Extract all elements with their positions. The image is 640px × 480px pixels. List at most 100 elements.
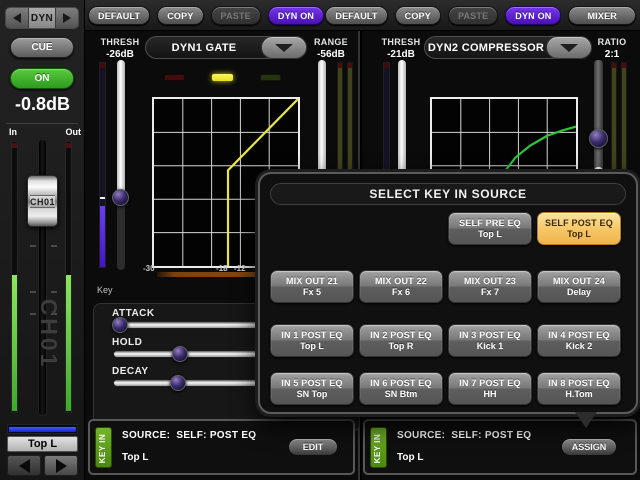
in-meter-fill (12, 275, 17, 411)
toolbar-button-default[interactable]: DEFAULT (325, 6, 387, 25)
dyn2-ratio-readout: RATIO2:1 (586, 37, 638, 60)
toolbar-button-copy[interactable]: COPY (395, 6, 441, 25)
fader-tick (51, 245, 57, 247)
dropdown-arrow-button[interactable] (261, 36, 307, 59)
next-channel-button[interactable] (44, 455, 78, 476)
keyin-source-option-in-8-post-eq[interactable]: IN 8 POST EQH.Tom (537, 372, 621, 405)
toolbar-button-paste[interactable]: PASTE (448, 6, 498, 25)
keyin-source-option-in-5-post-eq[interactable]: IN 5 POST EQSN Top (270, 372, 354, 405)
decay-label: DECAY (112, 366, 149, 377)
keyin-source-label: SOURCE: SELF: POST EQ (122, 430, 256, 441)
fader-level-readout: -0.8dB (0, 94, 85, 115)
channel-color-fill (9, 427, 76, 432)
hold-slider-thumb[interactable] (172, 346, 188, 362)
keyin-badge: KEY IN (95, 427, 112, 468)
gate-led-yellow (212, 74, 233, 81)
fader-tick (30, 291, 36, 293)
toolbar-button-copy[interactable]: COPY (157, 6, 203, 25)
dyn1-thresh-slider-thumb[interactable] (112, 189, 129, 206)
out-meter-fill (66, 275, 71, 411)
keyin-source-option-self-pre-eq[interactable]: SELF PRE EQTop L (448, 212, 532, 245)
select-keyin-source-popup: SELECT KEY IN SOURCE SELF PRE EQTop LSEL… (258, 172, 638, 414)
channel-on-button[interactable]: ON (10, 68, 74, 89)
keyin-source-option-mix-out-24[interactable]: MIX OUT 24Delay (537, 270, 621, 303)
key-meter-tick (100, 197, 105, 199)
out-meter-label: Out (66, 127, 82, 137)
keyin-source-value: Top L (397, 452, 423, 463)
prev-channel-button[interactable] (7, 455, 41, 476)
keyin-source-option-in-7-post-eq[interactable]: IN 7 POST EQHH (448, 372, 532, 405)
key-meter-label: Key (97, 285, 113, 295)
dyn1-key-meter (99, 62, 106, 268)
dyn1-thresh-slider[interactable] (117, 60, 125, 270)
dyn2-thresh-readout: THRESH-21dB (376, 37, 426, 60)
left-arrow-icon (13, 13, 21, 23)
cue-button[interactable]: CUE (10, 37, 74, 58)
dyn2-type-label: DYN2 COMPRESSOR (425, 37, 547, 58)
keyin-source-option-in-4-post-eq[interactable]: IN 4 POST EQKick 2 (537, 324, 621, 357)
in-meter-label: In (9, 127, 17, 137)
processor-selector-label: DYN (28, 8, 56, 28)
processor-selector: DYN (5, 7, 79, 29)
dyn1-thresh-readout: THRESH-26dB (95, 37, 145, 60)
top-toolbar: DEFAULTCOPYPASTEDYN ON DEFAULTCOPYPASTED… (85, 0, 640, 31)
toolbar-button-mixer[interactable]: MIXER (568, 6, 636, 25)
dyn1-type-dropdown[interactable]: DYN1 GATE (145, 36, 307, 59)
divider (6, 123, 78, 124)
channel-color-bar (7, 424, 78, 434)
dyn2-type-dropdown[interactable]: DYN2 COMPRESSOR (424, 36, 592, 59)
dyn1-toolbar: DEFAULT COPY PASTE DYN ON (88, 6, 324, 25)
toolbar-button-dyn-on[interactable]: DYN ON (268, 6, 324, 25)
key-meter-clip (384, 63, 389, 68)
keyin-source-option-in-3-post-eq[interactable]: IN 3 POST EQKick 1 (448, 324, 532, 357)
left-arrow-icon (19, 459, 30, 473)
dyn2-ratio-slider-thumb[interactable] (589, 129, 608, 148)
gate-led-green (260, 74, 281, 81)
keyin-assign-button[interactable]: ASSIGN (561, 438, 617, 456)
keyin-source-value: Top L (122, 452, 148, 463)
toolbar-button-default[interactable]: DEFAULT (88, 6, 150, 25)
dyn1-range-readout: RANGE-56dB (305, 37, 357, 60)
popup-pointer (575, 412, 597, 428)
toolbar-button-dyn-on[interactable]: DYN ON (505, 6, 561, 25)
in-level-meter (11, 141, 18, 413)
popup-title: SELECT KEY IN SOURCE (270, 183, 626, 205)
keyin-source-option-mix-out-22[interactable]: MIX OUT 22Fx 6 (359, 270, 443, 303)
chevron-down-icon (275, 44, 293, 52)
in-clip-led (12, 143, 17, 148)
keyin-source-option-in-1-post-eq[interactable]: IN 1 POST EQTop L (270, 324, 354, 357)
chevron-down-icon (560, 44, 578, 52)
out-clip-led (66, 143, 71, 148)
key-meter-clip (100, 63, 105, 68)
key-meter-fill (100, 206, 105, 267)
channel-name-label: Top L (7, 436, 78, 452)
hold-label: HOLD (112, 337, 142, 348)
decay-slider-thumb[interactable] (170, 375, 186, 391)
dyn1-keyin-bar: KEY IN SOURCE: SELF: POST EQ Top L EDIT (88, 419, 355, 475)
keyin-source-option-self-post-eq[interactable]: SELF POST EQTop L (537, 212, 621, 245)
right-arrow-icon (63, 13, 71, 23)
keyin-source-option-mix-out-23[interactable]: MIX OUT 23Fx 7 (448, 270, 532, 303)
channel-strip: DYN CUE ON -0.8dB In Out CH01 CH01 Top L (0, 0, 85, 480)
dynamics-screen: DYN CUE ON -0.8dB In Out CH01 CH01 Top L (0, 0, 640, 480)
dyn1-type-label: DYN1 GATE (146, 37, 262, 58)
out-level-meter (65, 141, 72, 413)
keyin-badge: KEY IN (370, 427, 387, 468)
fader-cap-label: CH01 (30, 195, 55, 208)
fader-tick (30, 245, 36, 247)
prev-processor-button[interactable] (6, 8, 28, 28)
gate-led-red (164, 74, 185, 81)
keyin-source-option-mix-out-21[interactable]: MIX OUT 21Fx 5 (270, 270, 354, 303)
toolbar-button-paste[interactable]: PASTE (211, 6, 261, 25)
next-processor-button[interactable] (56, 8, 78, 28)
keyin-source-option-in-6-post-eq[interactable]: IN 6 POST EQSN Btm (359, 372, 443, 405)
keyin-source-option-in-2-post-eq[interactable]: IN 2 POST EQTop R (359, 324, 443, 357)
channel-id-watermark: CH01 (38, 264, 62, 404)
keyin-source-label: SOURCE: SELF: POST EQ (397, 430, 531, 441)
attack-slider-thumb[interactable] (112, 317, 128, 333)
channel-fader-cap[interactable]: CH01 (27, 175, 58, 227)
keyin-edit-button[interactable]: EDIT (288, 438, 338, 456)
scale-tick-label: -30 (143, 264, 155, 273)
right-arrow-icon (56, 459, 67, 473)
dyn2-toolbar: DEFAULT COPY PASTE DYN ON MIXER (325, 6, 636, 25)
